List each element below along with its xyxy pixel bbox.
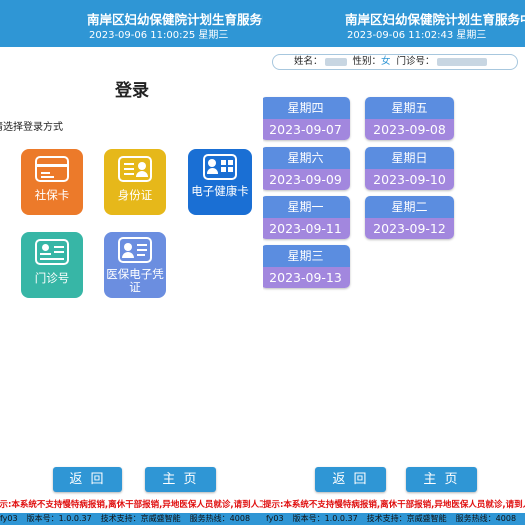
date-option[interactable]: 星期三 2023-09-13 bbox=[263, 245, 350, 288]
masked-clinic-number bbox=[436, 57, 487, 66]
clinic-label: 门诊号： bbox=[396, 56, 435, 67]
login-hint: 请选择登录方式 bbox=[0, 122, 63, 133]
back-button[interactable]: 返 回 bbox=[315, 467, 386, 492]
date-label: 2023-09-12 bbox=[365, 218, 454, 239]
home-button[interactable]: 主 页 bbox=[145, 467, 216, 492]
clinic-number-icon bbox=[35, 239, 69, 265]
medical-insurance-e-voucher-icon bbox=[118, 237, 152, 263]
date-label: 2023-09-11 bbox=[263, 218, 350, 239]
header-bar: 南岸区妇幼保健院计划生育服务中心 2023-09-06 11:00:25 星期三 bbox=[0, 0, 263, 47]
clinic-number-button[interactable]: 门诊号 bbox=[21, 232, 83, 298]
login-screen: 南岸区妇幼保健院计划生育服务中心 2023-09-06 11:00:25 星期三… bbox=[0, 0, 263, 525]
weekday-label: 星期日 bbox=[365, 147, 454, 169]
id-card-button[interactable]: 身份证 bbox=[104, 149, 166, 215]
support-text: 技术支持：京威盛智能 bbox=[100, 514, 181, 523]
weekday-label: 星期六 bbox=[263, 147, 350, 169]
name-label: 姓名： bbox=[294, 56, 323, 67]
date-label: 2023-09-13 bbox=[263, 267, 350, 288]
device-id: fy03 bbox=[266, 514, 284, 523]
notice-text: 提示:本系统不支持慢特病报销,离休干部报销,异地医保人员就诊,请到人工窗口办理 bbox=[263, 500, 525, 510]
date-option[interactable]: 星期二 2023-09-12 bbox=[365, 196, 454, 239]
method-label: 电子健康卡 bbox=[191, 184, 249, 198]
weekday-label: 星期三 bbox=[263, 245, 350, 267]
e-health-card-icon bbox=[203, 154, 237, 180]
date-select-screen: 南岸区妇幼保健院计划生育服务中心 2023-09-06 11:02:43 星期三… bbox=[263, 0, 525, 525]
weekday-label: 星期四 bbox=[263, 97, 350, 119]
date-option[interactable]: 星期一 2023-09-11 bbox=[263, 196, 350, 239]
date-label: 2023-09-08 bbox=[365, 119, 454, 140]
gender-label: 性别： bbox=[352, 56, 382, 67]
datetime: 2023-09-06 11:02:43 星期三 bbox=[347, 30, 487, 41]
weekday-label: 星期一 bbox=[263, 196, 350, 218]
date-label: 2023-09-09 bbox=[263, 169, 350, 190]
gender-value: 女 bbox=[381, 56, 391, 67]
patient-info-bar: 姓名： 性别：女 门诊号： bbox=[272, 54, 518, 70]
hotline-text: 服务热线：4008 bbox=[455, 514, 517, 523]
weekday-label: 星期二 bbox=[365, 196, 454, 218]
method-label: 身份证 bbox=[117, 188, 153, 202]
date-option[interactable]: 星期五 2023-09-08 bbox=[365, 97, 454, 140]
method-label: 社保卡 bbox=[34, 188, 70, 202]
version-text: 版本号：1.0.0.37 bbox=[26, 514, 92, 523]
social-security-card-button[interactable]: 社保卡 bbox=[21, 149, 83, 215]
masked-name bbox=[324, 57, 347, 66]
method-label: 医保电子凭证 bbox=[106, 267, 164, 294]
device-id: fy03 bbox=[0, 514, 18, 523]
page-title: 登录 bbox=[115, 81, 149, 101]
back-button[interactable]: 返 回 bbox=[53, 467, 122, 492]
date-option[interactable]: 星期四 2023-09-07 bbox=[263, 97, 350, 140]
date-label: 2023-09-10 bbox=[365, 169, 454, 190]
date-option[interactable]: 星期六 2023-09-09 bbox=[263, 147, 350, 190]
footer-bar: fy03 版本号：1.0.0.37 技术支持：京威盛智能 服务热线：4008 bbox=[0, 513, 263, 525]
home-button[interactable]: 主 页 bbox=[406, 467, 477, 492]
weekday-label: 星期五 bbox=[365, 97, 454, 119]
method-label: 门诊号 bbox=[34, 271, 70, 285]
date-label: 2023-09-07 bbox=[263, 119, 350, 140]
datetime: 2023-09-06 11:00:25 星期三 bbox=[89, 30, 229, 41]
notice-text: 提示:本系统不支持慢特病报销,离休干部报销,异地医保人员就诊,请到人工窗口办理 bbox=[0, 500, 263, 510]
header-bar: 南岸区妇幼保健院计划生育服务中心 2023-09-06 11:02:43 星期三 bbox=[263, 0, 525, 47]
date-option[interactable]: 星期日 2023-09-10 bbox=[365, 147, 454, 190]
version-text: 版本号：1.0.0.37 bbox=[292, 514, 358, 523]
footer-bar: fy03 版本号：1.0.0.37 技术支持：京威盛智能 服务热线：4008 bbox=[263, 513, 525, 525]
medical-insurance-voucher-button[interactable]: 医保电子凭证 bbox=[104, 232, 166, 298]
support-text: 技术支持：京威盛智能 bbox=[366, 514, 447, 523]
social-security-card-icon bbox=[35, 156, 69, 182]
id-card-icon bbox=[118, 156, 152, 182]
e-health-card-button[interactable]: 电子健康卡 bbox=[188, 149, 252, 215]
hotline-text: 服务热线：4008 bbox=[189, 514, 251, 523]
